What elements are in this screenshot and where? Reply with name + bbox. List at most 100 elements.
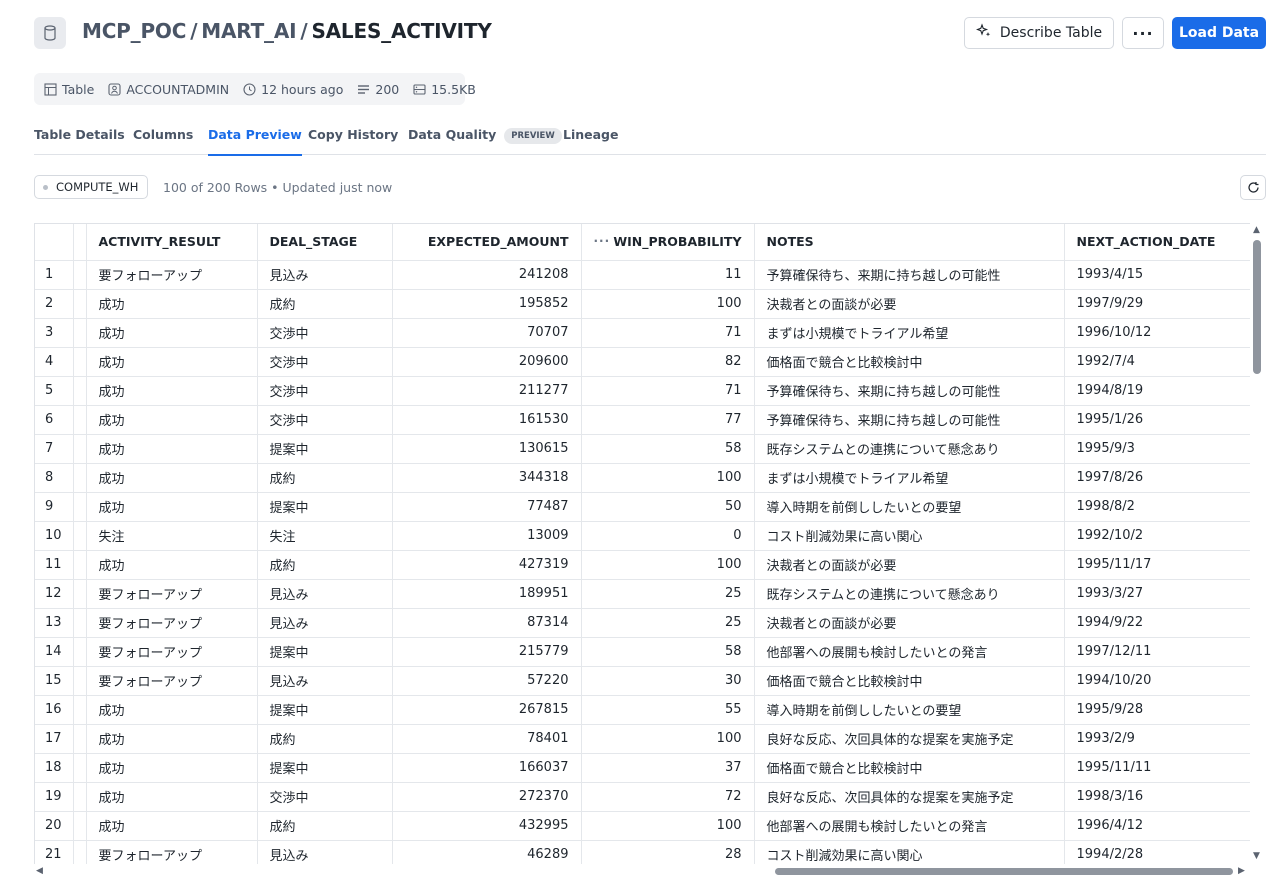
notes-cell[interactable]: 価格面で競合と比較検討中 bbox=[754, 347, 1065, 377]
tab-data-preview[interactable]: Data Preview bbox=[208, 127, 302, 156]
notes-cell[interactable]: 価格面で競合と比較検討中 bbox=[754, 753, 1065, 783]
expected-amount-cell[interactable]: 78401 bbox=[392, 724, 582, 754]
deal-stage-cell[interactable]: 提案中 bbox=[257, 492, 393, 522]
hidden-cell[interactable] bbox=[73, 289, 87, 319]
next-action-date-cell[interactable]: 1998/8/2 bbox=[1064, 492, 1250, 522]
table-row[interactable]: 2 成功 成約 195852 100 決裁者との面談が必要 1997/9/29 bbox=[35, 289, 1250, 319]
deal-stage-cell[interactable]: 成約 bbox=[257, 811, 393, 841]
activity-result-cell[interactable]: 要フォローアップ bbox=[86, 608, 258, 638]
activity-result-cell[interactable]: 成功 bbox=[86, 753, 258, 783]
win-probability-cell[interactable]: 55 bbox=[581, 695, 755, 725]
next-action-date-cell[interactable]: 1997/9/29 bbox=[1064, 289, 1250, 319]
column-header[interactable]: NOTES bbox=[754, 224, 1065, 261]
next-action-date-cell[interactable]: 1992/10/2 bbox=[1064, 521, 1250, 551]
tab-lineage[interactable]: Lineage bbox=[563, 127, 619, 142]
expected-amount-cell[interactable]: 272370 bbox=[392, 782, 582, 812]
notes-cell[interactable]: 決裁者との面談が必要 bbox=[754, 550, 1065, 580]
next-action-date-cell[interactable]: 1993/2/9 bbox=[1064, 724, 1250, 754]
table-row[interactable]: 12 要フォローアップ 見込み 189951 25 既存システムとの連携について懸念あり 1… bbox=[35, 579, 1250, 609]
hidden-cell[interactable] bbox=[73, 811, 87, 841]
vertical-scroll-thumb[interactable] bbox=[1253, 240, 1261, 374]
notes-cell[interactable]: 導入時期を前倒ししたいとの要望 bbox=[754, 492, 1065, 522]
expected-amount-cell[interactable]: 166037 bbox=[392, 753, 582, 783]
warehouse-selector[interactable]: COMPUTE_WH bbox=[34, 175, 149, 199]
activity-result-cell[interactable]: 成功 bbox=[86, 463, 258, 493]
deal-stage-cell[interactable]: 交渉中 bbox=[257, 347, 393, 377]
notes-cell[interactable]: 予算確保待ち、来期に持ち越しの可能性 bbox=[754, 405, 1065, 435]
hidden-cell[interactable] bbox=[73, 666, 87, 696]
hidden-cell[interactable] bbox=[73, 376, 87, 406]
expected-amount-cell[interactable]: 13009 bbox=[392, 521, 582, 551]
hidden-cell[interactable] bbox=[73, 695, 87, 725]
next-action-date-cell[interactable]: 1994/8/19 bbox=[1064, 376, 1250, 406]
table-row[interactable]: 14 要フォローアップ 提案中 215779 58 他部署への展開も検討したいとの発言 19… bbox=[35, 637, 1250, 667]
expected-amount-cell[interactable]: 70707 bbox=[392, 318, 582, 348]
tab-data-quality[interactable]: Data Quality PREVIEW bbox=[408, 127, 562, 144]
next-action-date-cell[interactable]: 1994/10/20 bbox=[1064, 666, 1250, 696]
deal-stage-cell[interactable]: 交渉中 bbox=[257, 318, 393, 348]
table-row[interactable]: 16 成功 提案中 267815 55 導入時期を前倒ししたいとの要望 1995/9/28 bbox=[35, 695, 1250, 725]
activity-result-cell[interactable]: 要フォローアップ bbox=[86, 579, 258, 609]
win-probability-cell[interactable]: 82 bbox=[581, 347, 755, 377]
expected-amount-cell[interactable]: 189951 bbox=[392, 579, 582, 609]
refresh-button[interactable] bbox=[1240, 175, 1266, 200]
deal-stage-cell[interactable]: 交渉中 bbox=[257, 376, 393, 406]
notes-cell[interactable]: 価格面で競合と比較検討中 bbox=[754, 666, 1065, 696]
expected-amount-cell[interactable]: 130615 bbox=[392, 434, 582, 464]
deal-stage-cell[interactable]: 提案中 bbox=[257, 434, 393, 464]
table-row[interactable]: 5 成功 交渉中 211277 71 予算確保待ち、来期に持ち越しの可能性 1994/8/1… bbox=[35, 376, 1250, 406]
notes-cell[interactable]: 決裁者との面談が必要 bbox=[754, 608, 1065, 638]
scroll-right-icon[interactable]: ▶ bbox=[1238, 866, 1245, 876]
deal-stage-cell[interactable]: 見込み bbox=[257, 840, 393, 864]
next-action-date-cell[interactable]: 1998/3/16 bbox=[1064, 782, 1250, 812]
deal-stage-cell[interactable]: 見込み bbox=[257, 579, 393, 609]
table-row[interactable]: 10 失注 失注 13009 0 コスト削減効果に高い関心 1992/10/2 bbox=[35, 521, 1250, 551]
activity-result-cell[interactable]: 要フォローアップ bbox=[86, 260, 258, 290]
column-header[interactable]: NEXT_ACTION_DATE bbox=[1064, 224, 1250, 261]
expected-amount-cell[interactable]: 57220 bbox=[392, 666, 582, 696]
hidden-cell[interactable] bbox=[73, 434, 87, 464]
breadcrumb-schema[interactable]: MART_AI bbox=[201, 19, 296, 43]
notes-cell[interactable]: 予算確保待ち、来期に持ち越しの可能性 bbox=[754, 260, 1065, 290]
deal-stage-cell[interactable]: 成約 bbox=[257, 289, 393, 319]
hidden-cell[interactable] bbox=[73, 608, 87, 638]
win-probability-cell[interactable]: 0 bbox=[581, 521, 755, 551]
deal-stage-cell[interactable]: 成約 bbox=[257, 463, 393, 493]
activity-result-cell[interactable]: 成功 bbox=[86, 550, 258, 580]
activity-result-cell[interactable]: 成功 bbox=[86, 347, 258, 377]
activity-result-cell[interactable]: 成功 bbox=[86, 318, 258, 348]
hidden-cell[interactable] bbox=[73, 405, 87, 435]
expected-amount-cell[interactable]: 427319 bbox=[392, 550, 582, 580]
activity-result-cell[interactable]: 成功 bbox=[86, 405, 258, 435]
activity-result-cell[interactable]: 成功 bbox=[86, 492, 258, 522]
hidden-cell[interactable] bbox=[73, 347, 87, 377]
vertical-scrollbar[interactable]: ▲ ▼ bbox=[1250, 223, 1264, 864]
table-row[interactable]: 9 成功 提案中 77487 50 導入時期を前倒ししたいとの要望 1998/8/2 bbox=[35, 492, 1250, 522]
next-action-date-cell[interactable]: 1993/3/27 bbox=[1064, 579, 1250, 609]
expected-amount-cell[interactable]: 432995 bbox=[392, 811, 582, 841]
next-action-date-cell[interactable]: 1997/12/11 bbox=[1064, 637, 1250, 667]
notes-cell[interactable]: 他部署への展開も検討したいとの発言 bbox=[754, 637, 1065, 667]
activity-result-cell[interactable]: 要フォローアップ bbox=[86, 840, 258, 864]
expected-amount-cell[interactable]: 195852 bbox=[392, 289, 582, 319]
notes-cell[interactable]: 良好な反応、次回具体的な提案を実施予定 bbox=[754, 782, 1065, 812]
tab-table-details[interactable]: Table Details bbox=[34, 127, 125, 142]
win-probability-cell[interactable]: 100 bbox=[581, 463, 755, 493]
activity-result-cell[interactable]: 要フォローアップ bbox=[86, 666, 258, 696]
next-action-date-cell[interactable]: 1996/4/12 bbox=[1064, 811, 1250, 841]
tab-copy-history[interactable]: Copy History bbox=[308, 127, 398, 142]
win-probability-cell[interactable]: 37 bbox=[581, 753, 755, 783]
table-row[interactable]: 17 成功 成約 78401 100 良好な反応、次回具体的な提案を実施予定 1993/2/… bbox=[35, 724, 1250, 754]
deal-stage-cell[interactable]: 失注 bbox=[257, 521, 393, 551]
expected-amount-cell[interactable]: 161530 bbox=[392, 405, 582, 435]
hidden-cell[interactable] bbox=[73, 521, 87, 551]
describe-table-button[interactable]: Describe Table bbox=[964, 17, 1114, 49]
deal-stage-cell[interactable]: 提案中 bbox=[257, 695, 393, 725]
activity-result-cell[interactable]: 成功 bbox=[86, 782, 258, 812]
next-action-date-cell[interactable]: 1995/9/3 bbox=[1064, 434, 1250, 464]
notes-cell[interactable]: まずは小規模でトライアル希望 bbox=[754, 463, 1065, 493]
deal-stage-cell[interactable]: 提案中 bbox=[257, 753, 393, 783]
hidden-cell[interactable] bbox=[73, 840, 87, 864]
column-menu-icon[interactable]: ··· bbox=[594, 234, 611, 248]
table-row[interactable]: 7 成功 提案中 130615 58 既存システムとの連携について懸念あり 1995/9/3 bbox=[35, 434, 1250, 464]
